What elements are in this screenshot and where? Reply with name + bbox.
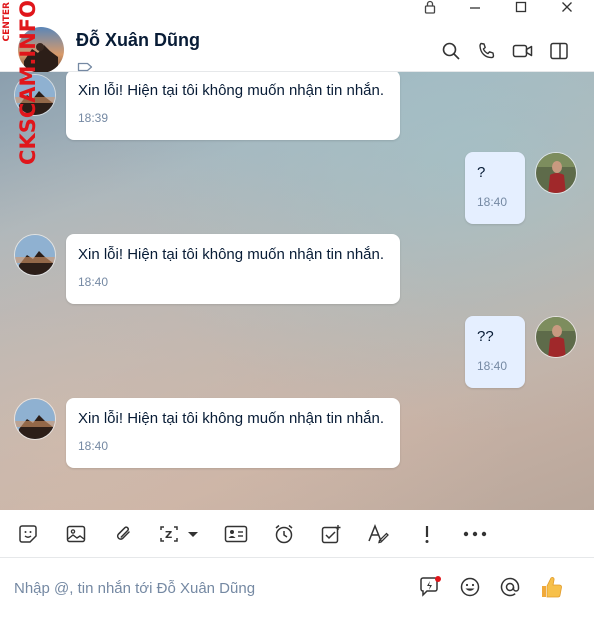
thumbs-up-icon[interactable] xyxy=(539,574,565,600)
message-bubble-sent[interactable]: ?? 18:40 xyxy=(465,316,525,388)
message-text: Xin lỗi! Hiện tại tôi không muốn nhận ti… xyxy=(78,82,385,99)
contact-avatar-small[interactable] xyxy=(14,234,56,276)
message-bubble-received[interactable]: Xin lỗi! Hiện tại tôi không muốn nhận ti… xyxy=(66,234,400,304)
reminder-icon[interactable] xyxy=(271,522,297,546)
message-input[interactable] xyxy=(14,572,404,604)
contact-name[interactable]: Đỗ Xuân Dũng xyxy=(76,30,200,51)
composer-toolbar: Z xyxy=(0,510,594,558)
message-time: 18:40 xyxy=(78,275,109,289)
mention-icon[interactable] xyxy=(497,574,523,600)
important-icon[interactable] xyxy=(414,522,440,546)
maximize-icon[interactable] xyxy=(506,0,536,16)
message-list[interactable]: Xin lỗi! Hiện tại tôi không muốn nhận ti… xyxy=(0,72,594,510)
search-icon[interactable] xyxy=(440,40,462,62)
more-icon[interactable] xyxy=(462,522,488,546)
image-icon[interactable] xyxy=(63,522,89,546)
message-text: Xin lỗi! Hiện tại tôi không muốn nhận ti… xyxy=(78,246,385,263)
task-icon[interactable] xyxy=(318,522,344,546)
svg-text:Z: Z xyxy=(165,530,172,541)
video-call-icon[interactable] xyxy=(512,40,534,62)
message-bubble-sent[interactable]: ? 18:40 xyxy=(465,152,525,224)
message-text: ?? xyxy=(477,328,494,345)
sidebar-toggle-icon[interactable] xyxy=(548,40,570,62)
attachment-icon[interactable] xyxy=(111,522,137,546)
tag-icon[interactable] xyxy=(77,60,93,72)
text-format-icon[interactable] xyxy=(366,522,392,546)
sticker-icon[interactable] xyxy=(15,522,41,546)
title-bar xyxy=(0,0,594,16)
message-time: 18:40 xyxy=(477,359,508,373)
screenshot-icon[interactable]: Z xyxy=(158,522,202,546)
message-bubble-received[interactable]: Xin lỗi! Hiện tại tôi không muốn nhận ti… xyxy=(66,398,400,468)
message-text: Xin lỗi! Hiện tại tôi không muốn nhận ti… xyxy=(78,410,385,427)
minimize-icon[interactable] xyxy=(460,0,490,16)
my-avatar[interactable] xyxy=(535,316,577,358)
message-bubble-received[interactable]: Xin lỗi! Hiện tại tôi không muốn nhận ti… xyxy=(66,72,400,140)
my-avatar[interactable] xyxy=(535,152,577,194)
message-composer xyxy=(0,558,594,622)
phone-icon[interactable] xyxy=(476,40,498,62)
message-time: 18:40 xyxy=(78,439,109,453)
lock-icon[interactable] xyxy=(415,0,445,16)
emoji-icon[interactable] xyxy=(457,574,483,600)
message-time: 18:40 xyxy=(477,195,508,209)
message-time: 18:39 xyxy=(78,111,109,125)
contact-avatar-small[interactable] xyxy=(14,74,56,116)
contact-card-icon[interactable] xyxy=(223,522,249,546)
quick-message-icon[interactable] xyxy=(417,574,443,600)
close-icon[interactable] xyxy=(552,0,582,16)
contact-avatar-small[interactable] xyxy=(14,398,56,440)
contact-avatar[interactable] xyxy=(18,27,64,73)
message-text: ? xyxy=(477,164,486,181)
chat-header: Đỗ Xuân Dũng xyxy=(0,16,594,73)
